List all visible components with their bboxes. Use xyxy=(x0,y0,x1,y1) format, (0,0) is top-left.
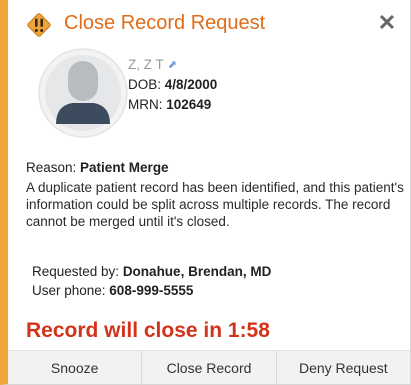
deny-request-button[interactable]: Deny Request xyxy=(276,351,410,384)
reason-section: Reason: Patient Merge A duplicate patien… xyxy=(26,159,406,230)
dialog-footer: Snooze Close Record Deny Request xyxy=(8,350,410,384)
request-section: Requested by: Donahue, Brendan, MD User … xyxy=(32,262,271,300)
reason-label: Reason: xyxy=(26,160,81,175)
reason-line: Reason: Patient Merge xyxy=(26,159,406,176)
dialog-header: Close Record Request ✕ xyxy=(8,0,410,48)
reason-description: A duplicate patient record has been iden… xyxy=(26,180,404,229)
phone-label: User phone: xyxy=(32,283,110,298)
requested-by-value: Donahue, Brendan, MD xyxy=(122,264,272,279)
patient-dob: DOB: 4/8/2000 xyxy=(128,77,217,97)
reason-value: Patient Merge xyxy=(80,160,169,175)
close-icon[interactable]: ✕ xyxy=(376,12,398,34)
patient-info: Z, Z T ⬈ DOB: 4/8/2000 MRN: 102649 xyxy=(128,57,217,117)
dob-label: DOB: xyxy=(128,77,165,92)
patient-mrn: MRN: 102649 xyxy=(128,97,217,117)
dialog-title: Close Record Request xyxy=(64,12,266,34)
requested-by-line: Requested by: Donahue, Brendan, MD xyxy=(32,262,271,281)
external-link-icon[interactable]: ⬈ xyxy=(168,58,177,71)
mrn-value: 102649 xyxy=(166,97,212,112)
close-record-button[interactable]: Close Record xyxy=(142,351,277,384)
dob-value: 4/8/2000 xyxy=(164,77,218,92)
phone-value: 608-999-5555 xyxy=(109,283,194,298)
phone-line: User phone: 608-999-5555 xyxy=(32,281,271,300)
patient-avatar xyxy=(38,48,128,138)
mrn-label: MRN: xyxy=(128,97,167,112)
patient-name: Z, Z T xyxy=(128,57,164,72)
requested-by-label: Requested by: xyxy=(32,264,123,279)
snooze-button[interactable]: Snooze xyxy=(8,351,143,384)
close-record-dialog: Close Record Request ✕ Z, Z T ⬈ DOB: 4/8/… xyxy=(0,0,411,385)
exclamation-warning-icon xyxy=(27,13,51,37)
countdown-text: Record will close in 1:58 xyxy=(26,319,270,342)
